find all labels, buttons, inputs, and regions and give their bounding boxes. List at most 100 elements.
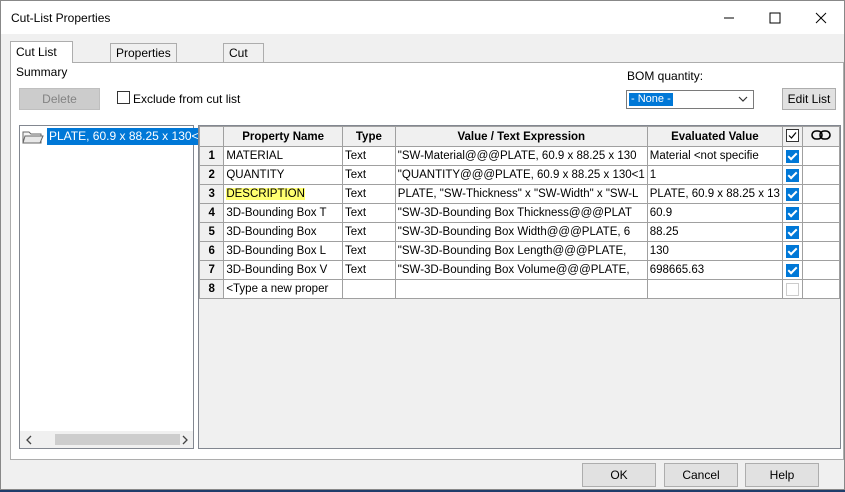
link-cell[interactable] [802, 165, 840, 185]
maximize-button[interactable] [752, 1, 798, 34]
table-row[interactable]: 6 3D-Bounding Box L Text "SW-3D-Bounding Bo… [199, 241, 840, 261]
include-checkbox[interactable] [786, 263, 800, 277]
type-cell[interactable]: Text [342, 241, 396, 261]
table-row[interactable]: 4 3D-Bounding Box T Text "SW-3D-Bounding Bo… [199, 203, 840, 223]
chevron-right-icon[interactable] [181, 435, 189, 445]
include-checkbox[interactable] [786, 206, 800, 220]
property-name-cell[interactable]: 3D-Bounding Box L [223, 241, 343, 261]
include-checkbox[interactable] [786, 225, 800, 239]
value-expression-cell[interactable]: PLATE, "SW-Thickness" x "SW-Width" x "SW… [394, 184, 648, 204]
table-row[interactable]: 7 3D-Bounding Box V Text "SW-3D-Bounding Bo… [199, 260, 840, 280]
property-name-text: 3D-Bounding Box L [226, 245, 327, 257]
link-cell[interactable] [802, 260, 840, 280]
link-column-header[interactable] [802, 126, 840, 147]
evaluated-value-cell: 1 [646, 165, 783, 185]
close-icon [815, 12, 827, 23]
type-cell[interactable] [342, 279, 396, 299]
property-name-cell[interactable]: 3D-Bounding Box [223, 222, 343, 242]
property-name-cell[interactable]: DESCRIPTION [223, 184, 343, 204]
table-row[interactable]: 8 <Type a new proper [199, 279, 840, 299]
ok-button[interactable]: OK [582, 463, 656, 487]
tree-item-label: PLATE, 60.9 x 88.25 x 130<1> [47, 128, 215, 145]
edit-list-button[interactable]: Edit List [782, 88, 836, 110]
include-checkbox[interactable] [786, 187, 800, 201]
include-checkbox-cell[interactable] [781, 260, 804, 280]
window-title: Cut-List Properties [11, 11, 111, 25]
title-bar: Cut-List Properties [1, 1, 844, 34]
table-row[interactable]: 3 DESCRIPTION Text PLATE, "SW-Thickness" x … [199, 184, 840, 204]
include-checkbox[interactable] [786, 244, 800, 258]
type-cell[interactable]: Text [342, 184, 396, 204]
value-expression-cell[interactable]: "SW-3D-Bounding Box Volume@@@PLATE, [394, 260, 648, 280]
type-cell[interactable]: Text [342, 260, 396, 280]
property-name-cell[interactable]: QUANTITY [223, 165, 343, 185]
checkbox-column-header[interactable] [781, 126, 804, 147]
property-name-text: 3D-Bounding Box [226, 226, 317, 238]
chevron-left-icon[interactable] [25, 435, 33, 445]
evaluated-value-cell: 60.9 [646, 203, 783, 223]
include-checkbox-cell[interactable] [781, 241, 804, 261]
link-cell[interactable] [802, 146, 840, 166]
link-cell[interactable] [802, 279, 840, 299]
value-expression-cell[interactable]: "SW-3D-Bounding Box Width@@@PLATE, 6 [394, 222, 648, 242]
row-number-cell: 8 [199, 279, 225, 299]
type-header[interactable]: Type [342, 126, 396, 147]
link-cell[interactable] [802, 241, 840, 261]
horizontal-scrollbar[interactable] [20, 431, 193, 448]
include-checkbox-cell[interactable] [781, 165, 804, 185]
value-expression-cell[interactable]: "QUANTITY@@@PLATE, 60.9 x 88.25 x 130<1 [394, 165, 648, 185]
cancel-button[interactable]: Cancel [664, 463, 738, 487]
type-cell[interactable]: Text [342, 165, 396, 185]
value-expression-cell[interactable]: "SW-3D-Bounding Box Thickness@@@PLAT [394, 203, 648, 223]
table-row[interactable]: 2 QUANTITY Text "QUANTITY@@@PLATE, 60.9 x 8… [199, 165, 840, 185]
property-name-header[interactable]: Property Name [223, 126, 343, 147]
value-expression-cell[interactable]: "SW-Material@@@PLATE, 60.9 x 88.25 x 130 [394, 146, 648, 166]
property-name-cell[interactable]: MATERIAL [223, 146, 343, 166]
include-checkbox[interactable] [786, 282, 800, 296]
include-checkbox-cell[interactable] [781, 279, 804, 299]
row-number-cell: 6 [199, 241, 225, 261]
delete-button[interactable]: Delete [19, 88, 100, 110]
value-expression-cell[interactable] [394, 279, 648, 299]
evaluated-value-cell [646, 279, 783, 299]
include-checkbox[interactable] [786, 149, 800, 163]
scrollbar-thumb[interactable] [55, 434, 180, 445]
include-checkbox[interactable] [786, 168, 800, 182]
exclude-from-cut-list-checkbox[interactable] [117, 91, 130, 104]
bom-quantity-value: - None - [629, 93, 673, 106]
table-row[interactable]: 5 3D-Bounding Box Text "SW-3D-Bounding Box … [199, 222, 840, 242]
type-cell[interactable]: Text [342, 203, 396, 223]
evaluated-value-cell: 698665.63 [646, 260, 783, 280]
tree-item-plate[interactable]: PLATE, 60.9 x 88.25 x 130<1> [22, 128, 215, 145]
include-checkbox-cell[interactable] [781, 203, 804, 223]
include-checkbox-cell[interactable] [781, 222, 804, 242]
property-name-cell[interactable]: 3D-Bounding Box V [223, 260, 343, 280]
bom-quantity-select[interactable]: - None - [626, 90, 754, 109]
properties-grid: Property Name Type Value / Text Expressi… [198, 125, 841, 449]
tab-cut-list-table[interactable]: Cut List Table [223, 43, 264, 96]
type-cell[interactable]: Text [342, 146, 396, 166]
tab-properties-summary[interactable]: Properties Summary [110, 43, 177, 78]
evaluated-value-header[interactable]: Evaluated Value [646, 126, 783, 147]
tab-cut-list-summary[interactable]: Cut List Summary [10, 41, 74, 79]
link-cell[interactable] [802, 222, 840, 242]
property-name-text: 3D-Bounding Box T [226, 207, 327, 219]
row-number-cell: 2 [199, 165, 225, 185]
property-name-cell[interactable]: <Type a new proper [223, 279, 343, 299]
include-checkbox-cell[interactable] [781, 146, 804, 166]
help-button[interactable]: Help [745, 463, 819, 487]
value-expression-cell[interactable]: "SW-3D-Bounding Box Length@@@PLATE, [394, 241, 648, 261]
link-cell[interactable] [802, 184, 840, 204]
minimize-button[interactable] [706, 1, 752, 34]
table-row[interactable]: 1 MATERIAL Text "SW-Material@@@PLATE, 60.9 … [199, 146, 840, 166]
include-checkbox-cell[interactable] [781, 184, 804, 204]
value-expression-header[interactable]: Value / Text Expression [394, 126, 648, 147]
property-name-cell[interactable]: 3D-Bounding Box T [223, 203, 343, 223]
table-header-row: Property Name Type Value / Text Expressi… [199, 126, 840, 147]
minimize-icon [724, 17, 734, 18]
type-cell[interactable]: Text [342, 222, 396, 242]
link-icon [811, 130, 831, 140]
evaluated-value-cell: Material <not specifie [646, 146, 783, 166]
close-button[interactable] [798, 1, 844, 34]
link-cell[interactable] [802, 203, 840, 223]
